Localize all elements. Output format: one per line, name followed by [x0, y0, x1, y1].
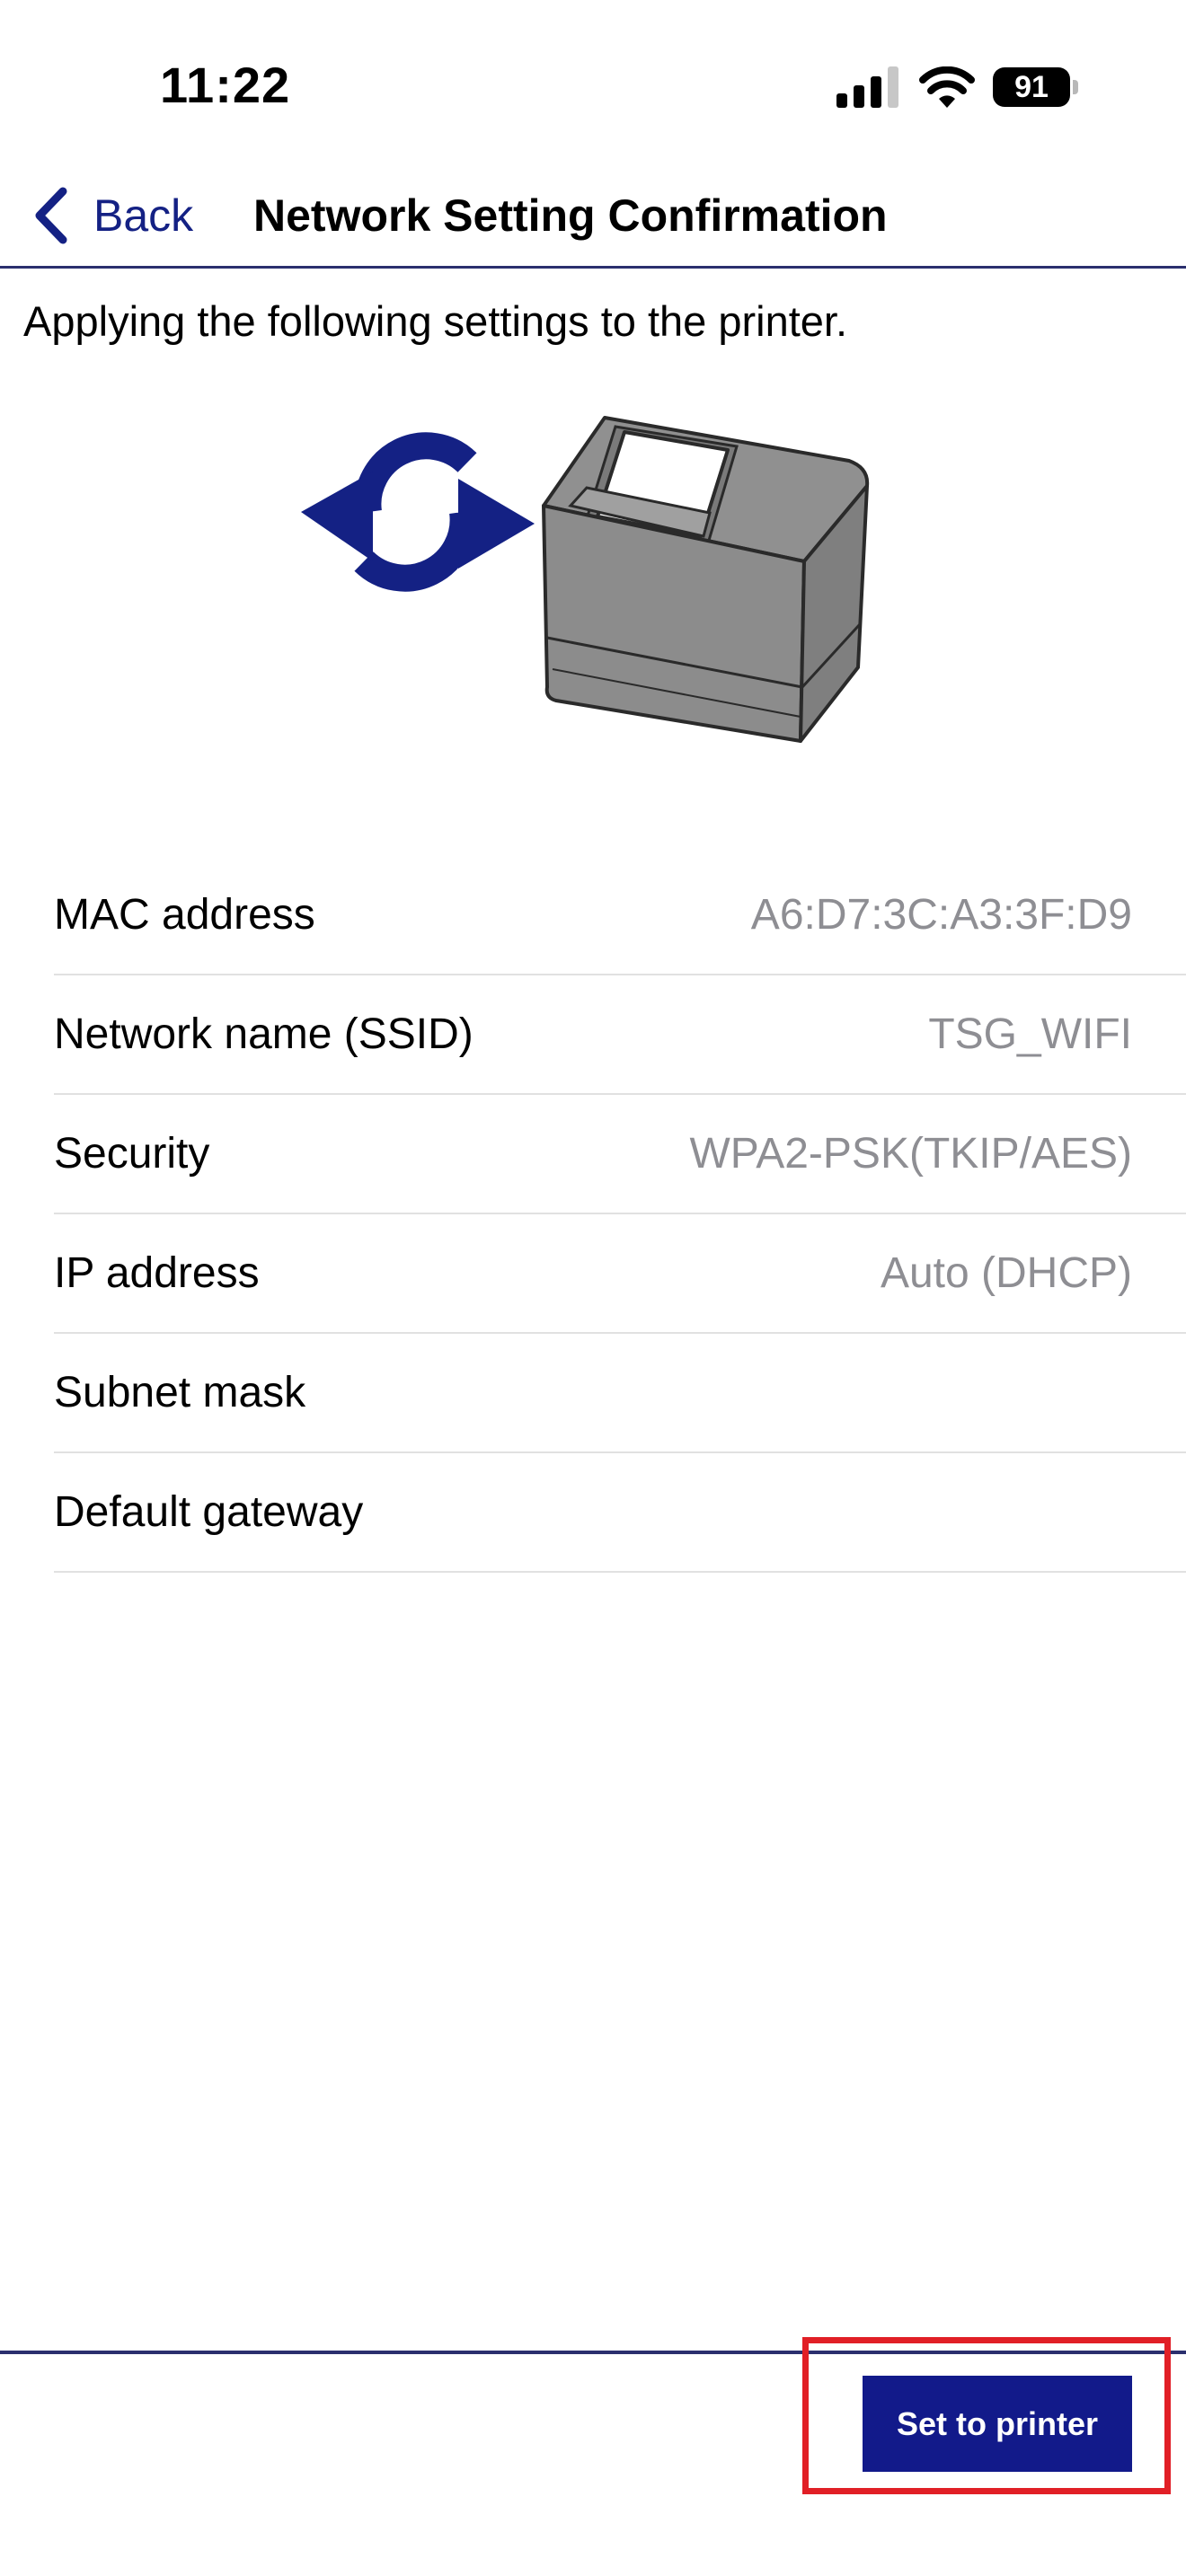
setting-value: TSG_WIFI: [928, 1010, 1132, 1058]
screen: 11:22 91 Back Network Setting Confirmati…: [0, 0, 1186, 2576]
setting-label: Security: [54, 1130, 210, 1178]
setting-row-default-gateway: Default gateway: [54, 1453, 1186, 1573]
setting-label: Default gateway: [54, 1488, 364, 1536]
setting-row-mac-address: MAC address A6:D7:3C:A3:3F:D9: [54, 856, 1186, 975]
battery-level: 91: [993, 67, 1070, 107]
setting-row-subnet-mask: Subnet mask: [54, 1334, 1186, 1453]
back-button[interactable]: Back: [31, 183, 193, 248]
intro-text: Applying the following settings to the p…: [23, 297, 848, 345]
illustration: [296, 409, 881, 768]
settings-list: MAC address A6:D7:3C:A3:3F:D9 Network na…: [54, 856, 1186, 1573]
battery-icon: 91: [993, 67, 1078, 107]
set-to-printer-button[interactable]: Set to printer: [863, 2376, 1132, 2472]
status-bar: 11:22 91: [0, 0, 1186, 171]
status-time: 11:22: [160, 57, 291, 113]
setting-value: A6:D7:3C:A3:3F:D9: [750, 891, 1132, 939]
battery-cap: [1073, 80, 1078, 94]
printer-image: [542, 416, 870, 743]
signal-icon: [836, 66, 898, 108]
sync-icon: [301, 432, 535, 592]
setting-label: Subnet mask: [54, 1369, 306, 1416]
wifi-icon: [919, 66, 975, 108]
setting-row-ip-address: IP address Auto (DHCP): [54, 1214, 1186, 1334]
setting-label: IP address: [54, 1249, 260, 1297]
setting-value: WPA2-PSK(TKIP/AES): [689, 1130, 1132, 1178]
setting-row-security: Security WPA2-PSK(TKIP/AES): [54, 1095, 1186, 1214]
back-label: Back: [93, 190, 194, 241]
page-title: Network Setting Confirmation: [253, 190, 888, 241]
navigation-bar: Back Network Setting Confirmation: [0, 171, 1186, 269]
setting-label: MAC address: [54, 891, 315, 939]
chevron-left-icon: [35, 187, 67, 244]
status-icons: 91: [836, 65, 1078, 110]
setting-row-ssid: Network name (SSID) TSG_WIFI: [54, 975, 1186, 1095]
setting-label: Network name (SSID): [54, 1010, 474, 1058]
setting-value: Auto (DHCP): [880, 1249, 1132, 1297]
